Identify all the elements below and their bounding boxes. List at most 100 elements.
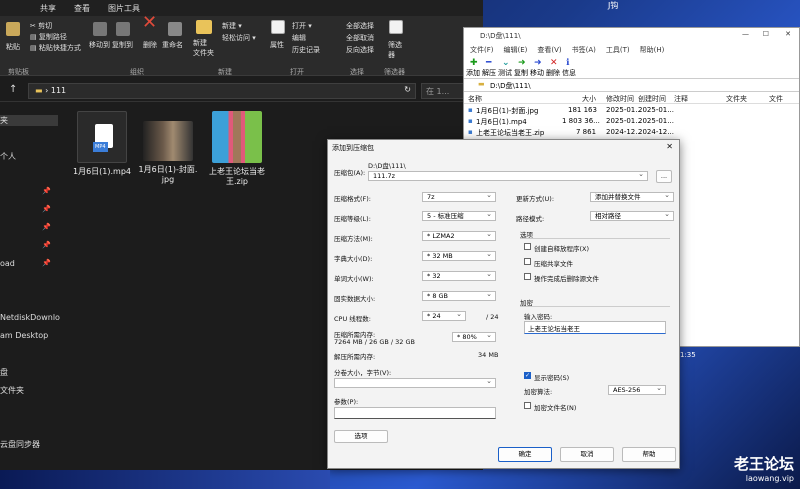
fm-title: D:\D盘\111\ — ☐ ✕ [464, 28, 799, 43]
up-arrow-icon[interactable]: ↑ [9, 84, 17, 95]
show-password-checkbox[interactable]: ✓ [524, 372, 531, 379]
solid-select[interactable]: * 8 GB [422, 291, 496, 301]
ok-button[interactable]: 确定 [498, 447, 552, 462]
select-none-button[interactable]: 全部取消 [346, 33, 374, 43]
table-row[interactable]: ▪ 1月6日(1).mp4 1 803 36... 2025-01... 202… [464, 117, 800, 126]
menu-tools[interactable]: 工具(T) [606, 45, 630, 55]
table-row[interactable]: ▪ 上老王论坛当老王.zip 7 861 2024-12... 2024-12.… [464, 128, 800, 137]
menu-file[interactable]: 文件(F) [470, 45, 494, 55]
method-select[interactable]: * LZMA2 [422, 231, 496, 241]
open-button[interactable]: 打开 ▾ [292, 21, 312, 31]
col-size[interactable]: 大小 [582, 94, 596, 104]
dict-select[interactable]: * 32 MB [422, 251, 496, 261]
format-label: 压缩格式(F): [334, 195, 372, 203]
new-item-button[interactable]: 新建 ▾ [222, 21, 242, 31]
row-name: 1月6日(1)-封面.jpg [476, 107, 539, 115]
video-file-icon: ▪ [468, 117, 473, 125]
menu-bookmarks[interactable]: 书签(A) [572, 45, 596, 55]
format-select[interactable]: 7z [422, 192, 496, 202]
add-button[interactable]: 添加 [466, 68, 480, 78]
cpu-select[interactable]: * 24 [422, 311, 466, 321]
mem-percent-select[interactable]: * 80% [452, 332, 496, 342]
file-item[interactable]: MP4 1月6日(1).mp4 [72, 111, 132, 177]
paste-shortcut-button[interactable]: ▤ 粘贴快捷方式 [30, 43, 81, 53]
move-to-button[interactable]: 移动到 [89, 40, 110, 50]
col-folders[interactable]: 文件夹 [726, 94, 747, 104]
enc-method-select[interactable]: AES-256 [608, 385, 666, 395]
file-item[interactable]: 1月6日(1)-封面. jpg [138, 111, 198, 185]
pathmode-select[interactable]: 相对路径 [590, 211, 674, 221]
move-button[interactable]: 移动 [530, 68, 544, 78]
minimize-button[interactable]: — [742, 30, 749, 38]
close-button[interactable]: ✕ [785, 30, 791, 38]
nav-item-1[interactable]: 个人 [0, 151, 16, 162]
address-bar[interactable]: ▬ › 111 ↻ [28, 83, 416, 99]
tab-picture-tools[interactable]: 图片工具 [106, 2, 142, 15]
maximize-button[interactable]: ☐ [763, 30, 769, 38]
col-files[interactable]: 文件 [769, 94, 783, 104]
filter-button[interactable]: 筛选 器 [388, 40, 402, 60]
col-name[interactable]: 名称 [468, 94, 482, 104]
nav-item-0[interactable]: 夹 [0, 115, 58, 126]
copy-icon: ➜ [518, 58, 526, 68]
encrypt-names-checkbox[interactable] [524, 402, 531, 409]
split-select[interactable] [334, 378, 496, 388]
update-select[interactable]: 添加并替换文件 [590, 192, 674, 202]
nav-item-3[interactable]: NetdiskDownlo [0, 313, 60, 322]
nav-item-7[interactable]: 云盘同步器 [0, 439, 40, 450]
copy-path-button[interactable]: ▤ 复制路径 [30, 32, 67, 42]
nav-item-4[interactable]: am Desktop [0, 331, 48, 340]
rename-button[interactable]: 重命名 [162, 40, 183, 50]
params-input[interactable] [334, 407, 496, 419]
edit-button[interactable]: 编辑 [292, 33, 306, 43]
help-button[interactable]: 帮助 [622, 447, 676, 462]
cancel-button[interactable]: 取消 [560, 447, 614, 462]
new-folder-button[interactable]: 新建 文件夹 [193, 38, 214, 58]
shared-checkbox[interactable] [524, 258, 531, 265]
invert-selection-button[interactable]: 反向选择 [346, 45, 374, 55]
folder-icon: ▬ [35, 86, 43, 95]
fm-path-bar[interactable]: ▬ D:\D盘\111\ [464, 78, 799, 92]
test-button[interactable]: 测试 [498, 68, 512, 78]
nav-item-5[interactable]: 盘 [0, 367, 8, 378]
refresh-icon[interactable]: ↻ [404, 85, 411, 94]
delete-button[interactable]: 删除 [143, 40, 157, 50]
divider [520, 306, 670, 307]
row-name: 1月6日(1).mp4 [476, 118, 527, 126]
cut-button[interactable]: ✂ 剪切 [30, 21, 52, 31]
extract-button[interactable]: 解压 [482, 68, 496, 78]
menu-edit[interactable]: 编辑(E) [504, 45, 528, 55]
password-input[interactable]: 上老王论坛当老王 [524, 321, 666, 334]
options-button[interactable]: 选项 [334, 430, 388, 443]
menu-help[interactable]: 帮助(H) [640, 45, 665, 55]
copy-button[interactable]: 复制 [514, 68, 528, 78]
word-select[interactable]: * 32 [422, 271, 496, 281]
taskbar [0, 470, 330, 489]
col-mtime[interactable]: 修改时间 [606, 94, 634, 104]
nav-item-2[interactable]: oad [0, 259, 15, 268]
level-select[interactable]: 5 - 标准压缩 [422, 211, 496, 221]
close-icon[interactable]: ✕ [666, 142, 673, 151]
col-comment[interactable]: 注释 [674, 94, 688, 104]
browse-button[interactable]: ... [656, 170, 672, 183]
copy-to-button[interactable]: 复制到 [112, 40, 133, 50]
delete-after-checkbox[interactable] [524, 273, 531, 280]
nav-item-6[interactable]: 文件夹 [0, 385, 24, 396]
paste-button[interactable]: 粘贴 [6, 42, 20, 52]
history-button[interactable]: 历史记录 [292, 45, 320, 55]
info-button[interactable]: 信息 [562, 68, 576, 78]
paste-shortcut-label: 粘贴快捷方式 [38, 44, 81, 52]
properties-button[interactable]: 属性 [270, 40, 284, 50]
fm-toolbar: ✚ ━ ⌄ ➜ ➜ ✕ ℹ 添加 解压 测试 复制 移动 删除 信息 [464, 56, 799, 78]
menu-view[interactable]: 查看(V) [537, 45, 561, 55]
tab-view[interactable]: 查看 [72, 2, 92, 15]
sfx-checkbox[interactable] [524, 243, 531, 250]
tab-share[interactable]: 共享 [38, 2, 58, 15]
table-row[interactable]: ▪ 1月6日(1)-封面.jpg 181 163 2025-01... 2025… [464, 106, 800, 115]
archive-name-combo[interactable]: 111.7z [368, 171, 648, 181]
easy-access-button[interactable]: 轻松访问 ▾ [222, 33, 256, 43]
col-ctime[interactable]: 创建时间 [638, 94, 666, 104]
select-all-button[interactable]: 全部选择 [346, 21, 374, 31]
file-item[interactable]: 上老王论坛当老 王.zip [207, 111, 267, 187]
delete-button[interactable]: 删除 [546, 68, 560, 78]
